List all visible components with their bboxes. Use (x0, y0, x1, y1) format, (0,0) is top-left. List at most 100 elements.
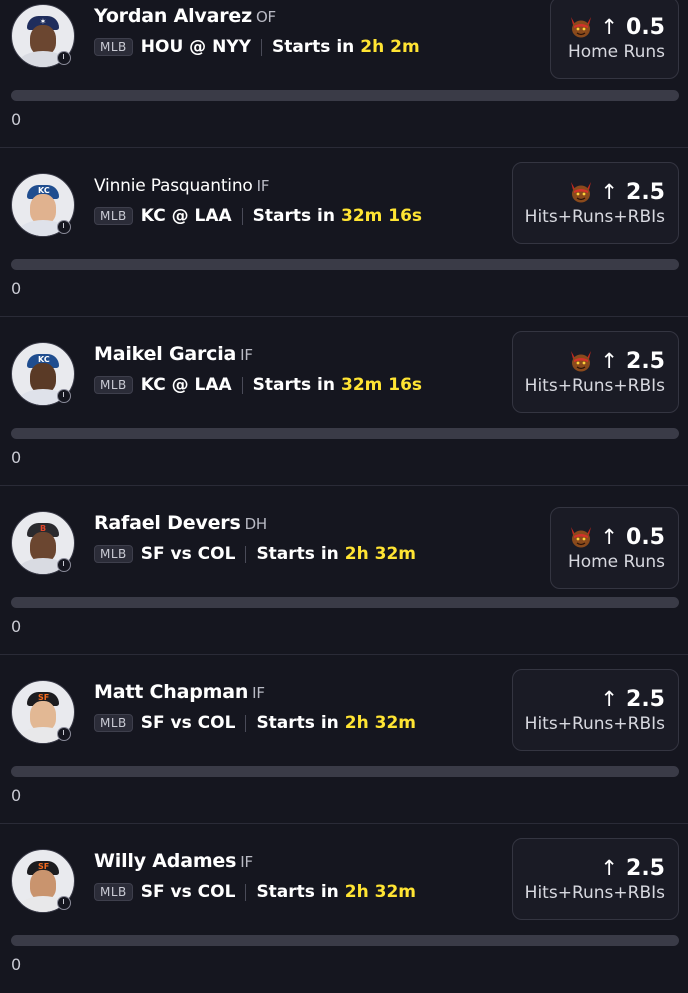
starts-time: 2h 32m (344, 882, 416, 902)
projection-card[interactable]: ↑ 2.5 Hits+Runs+RBIs (512, 331, 679, 413)
stat-type: Hits+Runs+RBIs (524, 375, 665, 396)
clock-icon (57, 558, 71, 572)
line-value: 2.5 (626, 686, 665, 712)
matchup: KC @ LAA (140, 206, 232, 226)
player-name: Vinnie Pasquantino (94, 176, 253, 196)
league-badge: MLB (94, 545, 133, 563)
matchup: SF vs COL (140, 882, 236, 902)
projection-card[interactable]: ↑ 0.5 Home Runs (550, 0, 679, 79)
divider (245, 714, 247, 732)
progress-count: 0 (11, 110, 22, 129)
matchup: SF vs COL (140, 544, 236, 564)
progress-bar (11, 428, 679, 439)
arrow-up-icon: ↑ (600, 525, 619, 549)
matchup: SF vs COL (140, 713, 236, 733)
clock-icon (57, 220, 71, 234)
league-badge: MLB (94, 207, 133, 225)
starts-time: 32m 16s (340, 206, 423, 226)
game-info: MLB SF vs COL Starts in 2h 32m (94, 882, 416, 902)
divider (245, 545, 247, 563)
clock-icon (57, 389, 71, 403)
starts-label: Starts in (256, 882, 339, 902)
player-position: IF (252, 684, 265, 702)
game-info: MLB SF vs COL Starts in 2h 32m (94, 713, 416, 733)
arrow-up-icon: ↑ (600, 687, 619, 711)
game-info: MLB KC @ LAA Starts in 32m 16s (94, 206, 422, 226)
clock-icon (57, 51, 71, 65)
clock-icon (57, 727, 71, 741)
player-row[interactable]: ✶ Yordan Alvarez OF MLB HOU @ NYY Starts … (0, 0, 688, 148)
arrow-up-icon: ↑ (600, 856, 619, 880)
projection-card[interactable]: ↑ 2.5 Hits+Runs+RBIs (512, 162, 679, 244)
player-row[interactable]: KC Vinnie Pasquantino IF MLB KC @ LAA Sta… (0, 148, 688, 317)
stat-type: Hits+Runs+RBIs (524, 882, 665, 903)
player-name-line: Matt Chapman IF (94, 681, 265, 703)
starts-time: 2h 32m (344, 544, 416, 564)
projection-card[interactable]: ↑ 2.5 Hits+Runs+RBIs (512, 669, 679, 751)
player-name: Matt Chapman (94, 681, 249, 703)
player-position: DH (244, 515, 268, 533)
matchup: HOU @ NYY (140, 37, 251, 57)
progress-count: 0 (11, 617, 22, 636)
progress-count: 0 (11, 279, 22, 298)
progress-bar (11, 90, 679, 101)
starts-label: Starts in (252, 375, 335, 395)
demon-icon (571, 527, 592, 548)
player-position: IF (240, 853, 253, 871)
player-position: OF (255, 8, 276, 26)
player-row[interactable]: SF Matt Chapman IF MLB SF vs COL Starts i… (0, 655, 688, 824)
player-name: Yordan Alvarez (94, 5, 252, 27)
league-badge: MLB (94, 38, 133, 56)
league-badge: MLB (94, 883, 133, 901)
clock-icon (57, 896, 71, 910)
stat-type: Hits+Runs+RBIs (524, 206, 665, 227)
starts-label: Starts in (271, 37, 355, 57)
line-value: 2.5 (626, 855, 665, 881)
progress-bar (11, 597, 679, 608)
pick-list: ✶ Yordan Alvarez OF MLB HOU @ NYY Starts … (0, 0, 688, 993)
progress-bar (11, 935, 679, 946)
player-position: IF (240, 346, 253, 364)
divider (241, 207, 243, 225)
progress-bar (11, 259, 679, 270)
progress-count: 0 (11, 955, 22, 974)
projection-card[interactable]: ↑ 2.5 Hits+Runs+RBIs (512, 838, 679, 920)
player-name: Maikel Garcia (94, 343, 237, 365)
starts-label: Starts in (256, 544, 339, 564)
player-name-line: Yordan Alvarez OF (94, 5, 276, 27)
player-row[interactable]: B Rafael Devers DH MLB SF vs COL Starts i… (0, 486, 688, 655)
matchup: KC @ LAA (140, 375, 232, 395)
league-badge: MLB (94, 714, 133, 732)
player-position: IF (256, 177, 270, 195)
divider (245, 883, 247, 901)
line-value: 0.5 (626, 524, 665, 550)
arrow-up-icon: ↑ (600, 180, 619, 204)
progress-bar (11, 766, 679, 777)
starts-time: 2h 2m (360, 37, 420, 57)
player-name-line: Rafael Devers DH (94, 512, 267, 534)
arrow-up-icon: ↑ (600, 15, 619, 39)
game-info: MLB KC @ LAA Starts in 32m 16s (94, 375, 422, 395)
player-name: Rafael Devers (94, 512, 241, 534)
progress-count: 0 (11, 786, 22, 805)
stat-type: Home Runs (567, 41, 665, 62)
player-row[interactable]: SF Willy Adames IF MLB SF vs COL Starts i… (0, 824, 688, 993)
starts-time: 2h 32m (344, 713, 416, 733)
projection-card[interactable]: ↑ 0.5 Home Runs (550, 507, 679, 589)
demon-icon (571, 351, 592, 372)
line-value: 0.5 (626, 14, 665, 40)
divider (260, 38, 262, 56)
stat-type: Hits+Runs+RBIs (524, 713, 665, 734)
demon-icon (571, 17, 592, 38)
player-name-line: Maikel Garcia IF (94, 343, 253, 365)
arrow-up-icon: ↑ (600, 349, 619, 373)
stat-type: Home Runs (567, 551, 665, 572)
player-row[interactable]: KC Maikel Garcia IF MLB KC @ LAA Starts i… (0, 317, 688, 486)
starts-label: Starts in (256, 713, 339, 733)
divider (241, 376, 243, 394)
line-value: 2.5 (626, 348, 665, 374)
player-name-line: Willy Adames IF (94, 850, 253, 872)
line-value: 2.5 (626, 179, 665, 205)
starts-time: 32m 16s (340, 375, 423, 395)
player-name: Willy Adames (94, 850, 237, 872)
